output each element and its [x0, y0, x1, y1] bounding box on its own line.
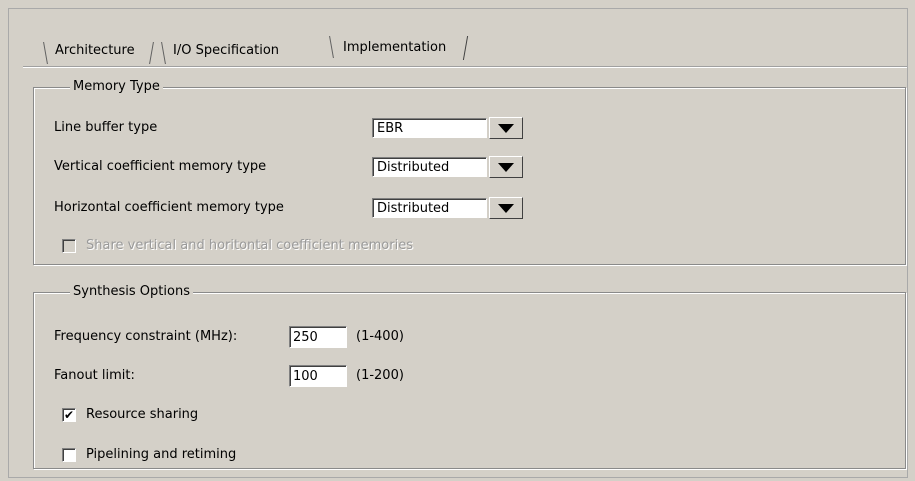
- tab-implementation-label: Implementation: [343, 40, 447, 55]
- memory-type-title: Memory Type: [70, 79, 163, 95]
- pipelining-retiming-label: Pipelining and retiming: [86, 447, 237, 462]
- tab-io-specification-label: I/O Specification: [173, 43, 280, 58]
- synthesis-options-title: Synthesis Options: [70, 284, 193, 300]
- chevron-down-icon: [498, 123, 514, 133]
- tab-io-specification[interactable]: I/O Specification: [159, 39, 291, 63]
- fanout-range-label: (1-200): [356, 368, 404, 383]
- line-buffer-type-select[interactable]: EBR: [372, 117, 523, 139]
- vertical-coeff-memory-select[interactable]: Distributed: [372, 156, 523, 178]
- horizontal-coeff-memory-select[interactable]: Distributed: [372, 197, 523, 219]
- tab-implementation[interactable]: Implementation: [327, 33, 469, 63]
- horizontal-coeff-dropdown-button[interactable]: [489, 197, 523, 219]
- frequency-constraint-input[interactable]: 250: [289, 326, 347, 348]
- share-coeff-memories-label: Share vertical and horitontal coefficien…: [86, 238, 413, 253]
- tab-architecture-label: Architecture: [55, 43, 135, 58]
- resource-sharing-label: Resource sharing: [86, 407, 199, 422]
- synthesis-options-group: Synthesis Options Frequency constraint (…: [33, 284, 906, 469]
- tab-architecture[interactable]: Architecture: [41, 39, 147, 63]
- tab-strip-line: [23, 67, 907, 68]
- vertical-coeff-memory-label: Vertical coefficient memory type: [54, 159, 267, 174]
- fanout-limit-label: Fanout limit:: [54, 368, 135, 383]
- pipelining-retiming-checkbox[interactable]: [62, 448, 76, 462]
- frequency-constraint-label: Frequency constraint (MHz):: [54, 329, 238, 344]
- share-coeff-memories-checkbox[interactable]: [62, 239, 76, 253]
- frequency-range-label: (1-400): [356, 329, 404, 344]
- chevron-down-icon: [498, 203, 514, 213]
- horizontal-coeff-memory-label: Horizontal coefficient memory type: [54, 200, 284, 215]
- chevron-down-icon: [498, 162, 514, 172]
- memory-type-group: Memory Type Line buffer type EBR Vertica…: [33, 79, 906, 265]
- tab-divider: [149, 42, 154, 64]
- vertical-coeff-memory-value: Distributed: [372, 157, 487, 177]
- line-buffer-dropdown-button[interactable]: [489, 117, 523, 139]
- horizontal-coeff-memory-value: Distributed: [372, 198, 487, 218]
- resource-sharing-checkbox[interactable]: ✔: [62, 408, 76, 422]
- dialog-panel: Architecture I/O Specification Implement…: [8, 8, 908, 478]
- line-buffer-type-label: Line buffer type: [54, 120, 158, 135]
- line-buffer-type-value: EBR: [372, 118, 487, 138]
- fanout-limit-input[interactable]: 100: [289, 365, 347, 387]
- vertical-coeff-dropdown-button[interactable]: [489, 156, 523, 178]
